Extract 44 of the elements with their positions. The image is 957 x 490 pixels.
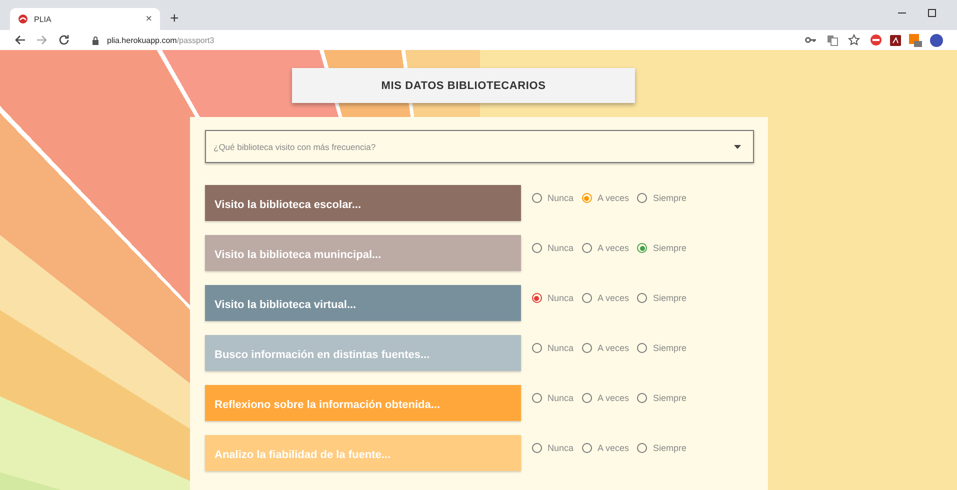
tab-close-button[interactable]: ×	[146, 13, 152, 25]
radio-option[interactable]: A veces	[582, 293, 630, 321]
radio-option[interactable]: Siempre	[637, 193, 687, 221]
lock-icon	[92, 36, 99, 44]
question-label: Visito la biblioteca escolar...	[204, 185, 520, 221]
tab-title: PLIA	[34, 14, 52, 24]
radio-option[interactable]: Siempre	[637, 293, 687, 321]
dropdown-caret-icon	[734, 144, 740, 148]
address-bar[interactable]: plia.herokuapp.com/passport3	[80, 31, 860, 49]
radio-option[interactable]: Nunca	[532, 443, 574, 471]
radio-option[interactable]: A veces	[582, 443, 630, 471]
avatar-icon[interactable]	[930, 34, 943, 46]
url-text: plia.herokuapp.com/passport3	[107, 36, 214, 44]
question-label: Visito la biblioteca virtual...	[204, 285, 520, 321]
radio-option[interactable]: Nunca	[532, 193, 574, 221]
new-tab-button[interactable]: +	[170, 10, 179, 27]
radio-option[interactable]: Siempre	[637, 243, 687, 271]
radio-option[interactable]: A veces	[582, 243, 630, 271]
radio-option[interactable]: Nunca	[532, 393, 574, 421]
key-icon[interactable]	[805, 36, 817, 44]
question-label: Analizo la fiabilidad de la fuente...	[204, 435, 520, 471]
extension-icon[interactable]	[909, 34, 922, 46]
radio-option[interactable]: Nunca	[532, 293, 574, 321]
reload-icon[interactable]	[58, 34, 70, 46]
radio-option[interactable]: A veces	[582, 343, 630, 371]
radio-option[interactable]: A veces	[582, 193, 630, 221]
browser-tab[interactable]: PLIA ×	[10, 8, 160, 30]
maximize-icon[interactable]	[927, 8, 937, 18]
favicon-icon	[18, 14, 28, 24]
question-label: Visito la biblioteca munincipal...	[204, 235, 520, 271]
translate-icon[interactable]	[827, 34, 838, 46]
library-select[interactable]: ¿Qué biblioteca visito con más frecuencia?	[204, 130, 754, 163]
question-label: Busco información en distintas fuentes...	[204, 335, 520, 371]
radio-option[interactable]: Siempre	[637, 393, 687, 421]
radio-option[interactable]: Siempre	[637, 443, 687, 471]
star-icon[interactable]	[848, 34, 860, 46]
question-label: Reflexiono sobre la información obtenida...	[204, 385, 520, 421]
page-title: MIS DATOS BIBLIOTECARIOS	[292, 68, 635, 103]
radio-option[interactable]: Nunca	[532, 243, 574, 271]
radio-option[interactable]: Nunca	[532, 343, 574, 371]
radio-option[interactable]: Siempre	[637, 343, 687, 371]
back-icon[interactable]	[14, 34, 26, 46]
radio-option[interactable]: A veces	[582, 393, 630, 421]
stop-sign-icon[interactable]	[870, 34, 882, 46]
